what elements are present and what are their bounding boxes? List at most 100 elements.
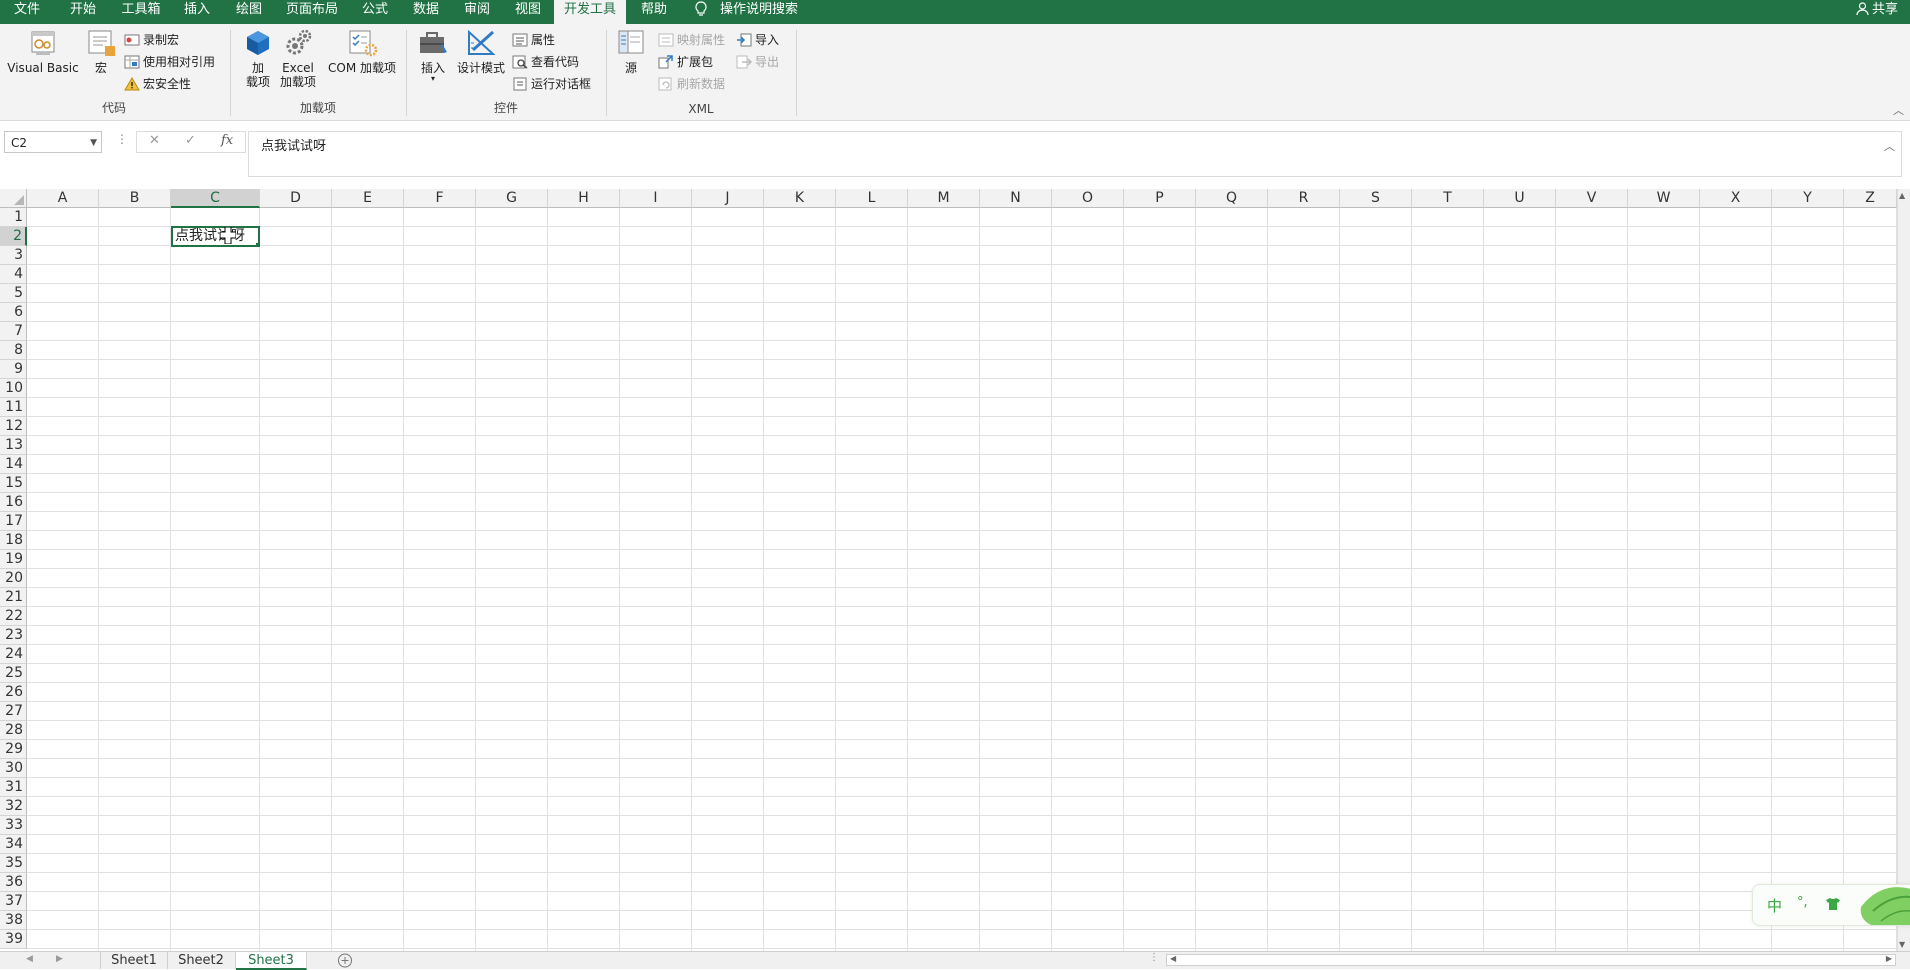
menu-tab-insert[interactable]: 插入 (170, 0, 224, 24)
row-header[interactable]: 33 (0, 816, 27, 835)
design-mode-button[interactable]: 设计模式 (454, 28, 508, 75)
relative-reference-button[interactable]: 使用相对引用 (124, 52, 215, 72)
row-header[interactable]: 34 (0, 835, 27, 854)
row-header[interactable]: 10 (0, 379, 27, 398)
name-box-dropdown-icon[interactable]: ▼ (90, 132, 97, 154)
column-header-v[interactable]: V (1556, 189, 1628, 208)
menu-tab-home[interactable]: 开始 (54, 0, 112, 24)
horizontal-scrollbar[interactable]: ◀ ▶ (1166, 954, 1896, 966)
column-header-p[interactable]: P (1124, 189, 1196, 208)
name-box[interactable]: C2 ▼ (4, 131, 102, 153)
row-header[interactable]: 9 (0, 360, 27, 379)
row-header[interactable]: 17 (0, 512, 27, 531)
column-header-o[interactable]: O (1052, 189, 1124, 208)
fill-handle[interactable] (255, 242, 258, 245)
row-header[interactable]: 5 (0, 284, 27, 303)
column-header-r[interactable]: R (1268, 189, 1340, 208)
row-header[interactable]: 24 (0, 645, 27, 664)
view-code-button[interactable]: 查看代码 (512, 52, 579, 72)
formula-bar-splitter[interactable]: ⋮ (116, 132, 128, 146)
menu-tab-toolbox[interactable]: 工具箱 (112, 0, 170, 24)
column-header-d[interactable]: D (260, 189, 332, 208)
row-header[interactable]: 20 (0, 569, 27, 588)
column-header-g[interactable]: G (476, 189, 548, 208)
sheet-tab-2[interactable]: Sheet2 (167, 952, 236, 969)
column-header-a[interactable]: A (27, 189, 99, 208)
column-header-t[interactable]: T (1412, 189, 1484, 208)
xml-source-button[interactable]: 源 (616, 28, 646, 75)
row-header[interactable]: 4 (0, 265, 27, 284)
column-header-s[interactable]: S (1340, 189, 1412, 208)
column-header-f[interactable]: F (404, 189, 476, 208)
insert-function-button[interactable]: fx (221, 133, 233, 148)
active-cell[interactable]: 点我试试呀 (171, 226, 260, 247)
formula-input[interactable]: 点我试试呀 ︿ (248, 131, 1902, 177)
row-header[interactable]: 7 (0, 322, 27, 341)
row-header[interactable]: 37 (0, 892, 27, 911)
column-header-y[interactable]: Y (1772, 189, 1844, 208)
row-header[interactable]: 21 (0, 588, 27, 607)
column-header-q[interactable]: Q (1196, 189, 1268, 208)
column-header-n[interactable]: N (980, 189, 1052, 208)
column-header-b[interactable]: B (99, 189, 171, 208)
row-header[interactable]: 3 (0, 246, 27, 265)
menu-tab-draw[interactable]: 绘图 (224, 0, 274, 24)
row-header[interactable]: 1 (0, 208, 27, 227)
visual-basic-button[interactable]: Visual Basic (6, 28, 80, 75)
collapse-formula-bar-icon[interactable]: ︿ (1884, 138, 1895, 154)
row-header[interactable]: 18 (0, 531, 27, 550)
next-sheet-icon[interactable]: ▶ (56, 954, 63, 964)
row-header[interactable]: 8 (0, 341, 27, 360)
vertical-scrollbar[interactable]: ▲ ▼ (1897, 189, 1910, 951)
menu-tab-page-layout[interactable]: 页面布局 (274, 0, 350, 24)
ime-mode-toggle[interactable]: 中 (1767, 895, 1782, 916)
column-header-h[interactable]: H (548, 189, 620, 208)
row-header[interactable]: 6 (0, 303, 27, 322)
row-header[interactable]: 36 (0, 873, 27, 892)
sheet-tab-1[interactable]: Sheet1 (100, 952, 168, 969)
collapse-ribbon-icon[interactable]: ︿ (1893, 102, 1904, 118)
row-header[interactable]: 39 (0, 930, 27, 949)
column-header-m[interactable]: M (908, 189, 980, 208)
row-header[interactable]: 2 (0, 227, 27, 246)
menu-tab-view[interactable]: 视图 (502, 0, 554, 24)
row-header[interactable]: 11 (0, 398, 27, 417)
properties-button[interactable]: 属性 (512, 30, 555, 50)
row-header[interactable]: 15 (0, 474, 27, 493)
row-header[interactable]: 19 (0, 550, 27, 569)
ime-toolbar[interactable]: 中 °, (1752, 884, 1910, 926)
column-header-e[interactable]: E (332, 189, 404, 208)
menu-tab-file[interactable]: 文件 (0, 0, 54, 24)
column-header-j[interactable]: J (692, 189, 764, 208)
column-header-w[interactable]: W (1628, 189, 1700, 208)
share-button[interactable]: 共享 (1856, 0, 1898, 24)
column-header-l[interactable]: L (836, 189, 908, 208)
row-header[interactable]: 29 (0, 740, 27, 759)
menu-tab-formulas[interactable]: 公式 (350, 0, 400, 24)
refresh-data-button[interactable]: 刷新数据 (658, 74, 725, 94)
row-header[interactable]: 35 (0, 854, 27, 873)
excel-addins-button[interactable]: Excel 加载项 (278, 28, 318, 89)
run-dialog-button[interactable]: 运行对话框 (512, 74, 591, 94)
row-header[interactable]: 30 (0, 759, 27, 778)
row-header[interactable]: 31 (0, 778, 27, 797)
row-header[interactable]: 13 (0, 436, 27, 455)
row-header[interactable]: 14 (0, 455, 27, 474)
scroll-left-icon[interactable]: ◀ (1170, 954, 1176, 963)
tab-scroll-splitter[interactable]: ⋮ (1149, 952, 1159, 963)
map-properties-button[interactable]: 映射属性 (658, 30, 725, 50)
scroll-down-icon[interactable]: ▼ (1899, 940, 1905, 949)
row-header[interactable]: 27 (0, 702, 27, 721)
row-header[interactable]: 32 (0, 797, 27, 816)
xml-import-button[interactable]: 导入 (736, 30, 779, 50)
row-header[interactable]: 38 (0, 911, 27, 930)
menu-tab-data[interactable]: 数据 (400, 0, 452, 24)
row-header[interactable]: 16 (0, 493, 27, 512)
cancel-icon[interactable]: ✕ (149, 133, 160, 148)
xml-export-button[interactable]: 导出 (736, 52, 779, 72)
record-macro-button[interactable]: 录制宏 (124, 30, 179, 50)
add-sheet-icon[interactable] (337, 953, 353, 968)
row-header[interactable]: 22 (0, 607, 27, 626)
column-header-x[interactable]: X (1700, 189, 1772, 208)
enter-icon[interactable]: ✓ (185, 133, 196, 148)
